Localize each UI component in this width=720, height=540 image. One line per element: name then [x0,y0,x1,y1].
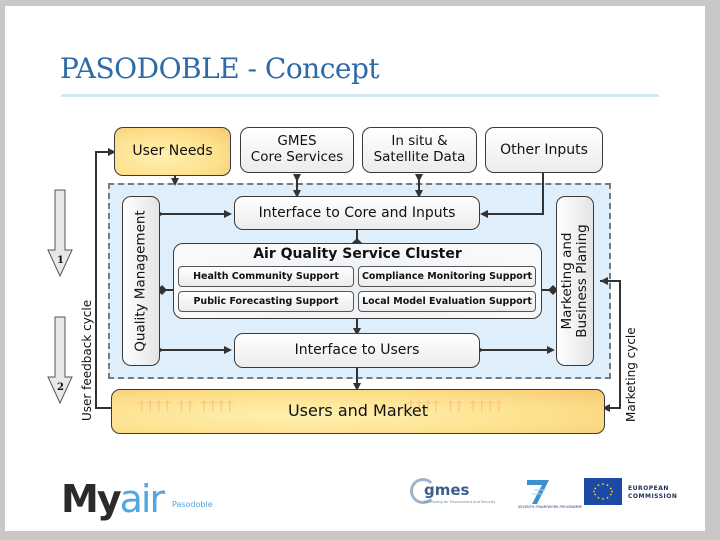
eu-text-line2: COMMISSION [628,492,678,500]
gmes-label-line2: Core Services [250,149,344,165]
marketing-label-line2: Business Planing [574,224,590,338]
gmes-label-line1: GMES [277,133,317,150]
gmes-core-services-box: GMES Core Services [240,127,354,173]
interface-core-label: Interface to Core and Inputs [258,204,456,221]
other-inputs-box: Other Inputs [485,127,603,173]
user-feedback-cycle-label: User feedback cycle [80,299,94,421]
user-feedback-line [95,148,116,409]
marketing-label-line1: Marketing and [559,232,576,330]
gmes-logo-tagline: Monitoring for Environment and Security [424,500,496,504]
cluster-title: Air Quality Service Cluster [253,246,462,262]
service-health-community: Health Community Support [178,266,354,287]
interface-users-label: Interface to Users [294,342,420,359]
interface-core-inputs-box: Interface to Core and Inputs [234,196,480,230]
other-inputs-line [480,173,544,218]
myair-logo-subtitle: Pasodoble [172,500,213,509]
eu-text-line1: EUROPEAN [628,485,669,492]
insitu-satellite-box: In situ & Satellite Data [362,127,477,173]
marketing-business-label: Marketing and Business Planing [559,224,590,338]
eu-stars-icon [593,483,613,500]
marketing-business-box: Marketing and Business Planing [556,196,594,366]
step-number-1: 1 [57,255,64,266]
marketing-cycle-label: Marketing cycle [624,327,638,422]
fp7-logo-subtitle: SEVENTH FRAMEWORK PROGRAMME [518,505,583,509]
european-commission-logo: EUROPEAN COMMISSION [628,485,677,500]
eu-flag-icon [584,478,622,505]
service-public-forecasting: Public Forecasting Support [178,291,354,312]
insitu-label-line1: In situ & [391,133,448,150]
service-compliance-monitoring: Compliance Monitoring Support [358,266,536,287]
marketing-cycle-line [600,280,621,412]
myair-logo-air: air [119,477,165,521]
gmes-logo: GMES [424,481,470,499]
other-inputs-label: Other Inputs [500,141,588,158]
insitu-label-line2: Satellite Data [373,149,466,165]
user-needs-box: User Needs [114,127,231,176]
users-market-label: Users and Market [287,401,429,421]
fp7-logo [527,480,549,504]
interface-users-box: Interface to Users [234,333,480,368]
quality-management-label: Quality Management [132,210,149,352]
people-icons-left: †††† †† †††† [138,396,235,414]
user-needs-label: User Needs [132,143,213,160]
myair-logo-my: My [61,477,122,521]
air-quality-cluster: Air Quality Service Cluster Health Commu… [173,243,542,319]
step-number-2: 2 [57,382,64,393]
service-local-model-evaluation: Local Model Evaluation Support [358,291,536,312]
quality-management-box: Quality Management [122,196,160,366]
users-market-box: †††† †† †††† †††† †† †††† Users and Mark… [111,389,605,434]
myair-logo: Myair [61,477,165,521]
